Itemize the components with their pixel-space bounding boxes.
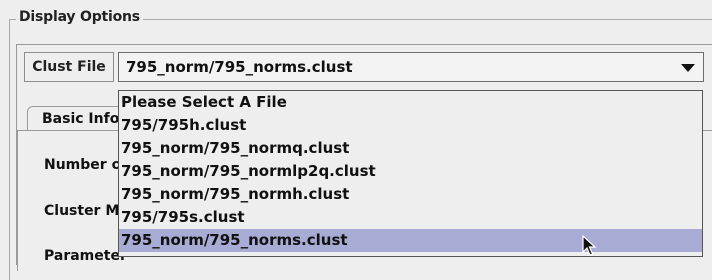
dropdown-option[interactable]: 795_norm/795_normh.clust xyxy=(119,183,702,206)
mouse-pointer-icon xyxy=(582,234,598,261)
clust-file-combobox[interactable]: 795_norm/795_norms.clust xyxy=(118,52,704,82)
dropdown-option[interactable]: Please Select A File xyxy=(119,91,702,114)
number-label: Number of xyxy=(44,157,128,173)
dropdown-option-selected[interactable]: 795_norm/795_norms.clust xyxy=(119,229,702,252)
cluster-label: Cluster M xyxy=(44,203,120,219)
clust-file-dropdown-list[interactable]: Please Select A File 795/795h.clust 795_… xyxy=(118,90,703,257)
clust-file-selected-value: 795_norm/795_norms.clust xyxy=(126,58,353,76)
dropdown-option[interactable]: 795_norm/795_normq.clust xyxy=(119,137,702,160)
tab-basic-info-label: Basic Info xyxy=(42,111,120,127)
dropdown-option[interactable]: 795/795h.clust xyxy=(119,114,702,137)
parameter-label: Parameter xyxy=(44,248,127,264)
panel-title: Display Options xyxy=(16,9,143,25)
clust-file-label: Clust File xyxy=(24,52,114,82)
dropdown-option[interactable]: 795/795s.clust xyxy=(119,206,702,229)
chevron-down-icon[interactable] xyxy=(681,64,695,72)
dropdown-option[interactable]: 795_norm/795_normlp2q.clust xyxy=(119,160,702,183)
